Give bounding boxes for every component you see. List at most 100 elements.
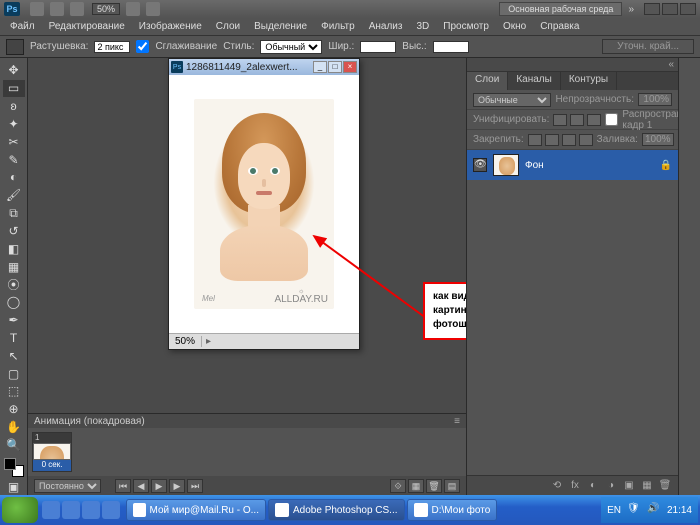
tray-icon[interactable]: 🛡: [627, 503, 641, 517]
next-frame-icon[interactable]: ▶: [169, 479, 185, 493]
color-swatches[interactable]: [4, 458, 24, 477]
menu-help[interactable]: Справка: [534, 19, 585, 34]
opacity-value[interactable]: 100%: [638, 93, 672, 106]
prev-frame-icon[interactable]: ◀: [133, 479, 149, 493]
stamp-tool[interactable]: ⧉: [3, 205, 25, 222]
chevron-double-icon[interactable]: »: [628, 4, 634, 15]
animation-frame[interactable]: 1 0 сек.: [32, 432, 72, 472]
arrange-icon[interactable]: [146, 2, 160, 16]
first-frame-icon[interactable]: ⏮: [115, 479, 131, 493]
tool-preset-icon[interactable]: [6, 39, 24, 55]
ql-icon[interactable]: [62, 501, 80, 519]
eraser-tool[interactable]: ◧: [3, 240, 25, 257]
path-tool[interactable]: ↖: [3, 347, 25, 364]
wand-tool[interactable]: ✦: [3, 115, 25, 132]
workspace-button[interactable]: Основная рабочая среда: [499, 2, 622, 16]
menu-3d[interactable]: 3D: [410, 19, 435, 34]
start-button[interactable]: [2, 497, 38, 523]
menu-image[interactable]: Изображение: [133, 19, 208, 34]
animation-header[interactable]: Анимация (покадровая) ≡: [28, 414, 466, 428]
taskbar-item[interactable]: Adobe Photoshop CS...: [268, 499, 405, 521]
doc-info-icon[interactable]: ▸: [206, 336, 211, 347]
taskbar-item[interactable]: D:\Мои фото: [407, 499, 498, 521]
heal-tool[interactable]: ◐: [3, 169, 25, 186]
screenmode-icon[interactable]: [70, 2, 84, 16]
feather-input[interactable]: [94, 41, 130, 53]
style-select[interactable]: Обычный: [260, 40, 322, 54]
menu-file[interactable]: Файл: [4, 19, 41, 34]
ql-icon[interactable]: [42, 501, 60, 519]
last-frame-icon[interactable]: ⏭: [187, 479, 203, 493]
fx-icon[interactable]: fx: [568, 480, 582, 492]
group-icon[interactable]: ▣: [622, 480, 636, 492]
frame-delay[interactable]: 0 сек.: [33, 460, 71, 471]
trash-icon[interactable]: 🗑: [658, 480, 672, 492]
lock-icon[interactable]: 🔒: [660, 160, 672, 171]
marquee-tool[interactable]: ▭: [3, 80, 25, 97]
document-titlebar[interactable]: Ps 1286811449_2alexwert... _ □ ×: [169, 59, 359, 75]
history-brush-tool[interactable]: ↺: [3, 222, 25, 239]
antialias-checkbox[interactable]: [136, 40, 149, 53]
link-icon[interactable]: ⟲: [550, 480, 564, 492]
zoom-select[interactable]: 50%: [92, 3, 120, 15]
type-tool[interactable]: T: [3, 330, 25, 347]
loop-select[interactable]: Постоянно: [34, 479, 101, 493]
close-icon[interactable]: [680, 3, 696, 15]
brush-tool[interactable]: 🖌: [3, 187, 25, 204]
dodge-tool[interactable]: ◯: [3, 294, 25, 311]
duplicate-frame-icon[interactable]: ▦: [408, 479, 424, 493]
menu-filter[interactable]: Фильтр: [315, 19, 361, 34]
3d-tool[interactable]: ⬚: [3, 383, 25, 400]
ql-icon[interactable]: [102, 501, 120, 519]
menu-analysis[interactable]: Анализ: [363, 19, 409, 34]
minimize-icon[interactable]: [644, 3, 660, 15]
lasso-tool[interactable]: ʚ: [3, 98, 25, 115]
crop-tool[interactable]: ✂: [3, 133, 25, 150]
tab-paths[interactable]: Контуры: [561, 72, 617, 90]
bridge-icon[interactable]: [30, 2, 44, 16]
doc-close-icon[interactable]: ×: [343, 61, 357, 73]
maximize-icon[interactable]: [662, 3, 678, 15]
clock[interactable]: 21:14: [667, 505, 692, 516]
blur-tool[interactable]: ⦿: [3, 276, 25, 293]
hand-tool[interactable]: ✋: [3, 419, 25, 436]
mask-icon[interactable]: ◐: [586, 480, 600, 492]
timeline-mode-icon[interactable]: ▤: [444, 479, 460, 493]
delete-frame-icon[interactable]: 🗑: [426, 479, 442, 493]
doc-zoom-value[interactable]: 50%: [169, 336, 202, 347]
tab-channels[interactable]: Каналы: [508, 72, 561, 90]
play-icon[interactable]: ▶: [151, 479, 167, 493]
panel-collapse-bar[interactable]: «: [467, 58, 678, 72]
visibility-icon[interactable]: 👁: [473, 158, 487, 172]
frame-thumbnail[interactable]: [34, 444, 70, 459]
3d-camera-tool[interactable]: ⊕: [3, 401, 25, 418]
gradient-tool[interactable]: ▦: [3, 258, 25, 275]
viewmode-icon[interactable]: [50, 2, 64, 16]
right-dock[interactable]: [678, 58, 700, 495]
lang-indicator[interactable]: EN: [607, 505, 621, 516]
menu-select[interactable]: Выделение: [248, 19, 313, 34]
adjustment-icon[interactable]: ◑: [604, 480, 618, 492]
layer-name[interactable]: Фон: [525, 160, 544, 171]
ql-icon[interactable]: [82, 501, 100, 519]
new-layer-icon[interactable]: ▦: [640, 480, 654, 492]
menu-window[interactable]: Окно: [497, 19, 532, 34]
move-tool[interactable]: ✥: [3, 62, 25, 79]
pen-tool[interactable]: ✒: [3, 312, 25, 329]
doc-minimize-icon[interactable]: _: [313, 61, 327, 73]
propagate-checkbox[interactable]: [605, 113, 618, 126]
taskbar-item[interactable]: Мой мир@Mail.Ru - O...: [126, 499, 266, 521]
menu-edit[interactable]: Редактирование: [43, 19, 131, 34]
tab-layers[interactable]: Слои: [467, 72, 508, 90]
fill-value[interactable]: 100%: [642, 133, 674, 146]
eyedropper-tool[interactable]: ✎: [3, 151, 25, 168]
panel-menu-icon[interactable]: ≡: [454, 416, 460, 427]
layer-thumbnail[interactable]: [493, 154, 519, 176]
tray-icon[interactable]: 🔊: [647, 503, 661, 517]
tween-icon[interactable]: ⟐: [390, 479, 406, 493]
refine-edge-button[interactable]: Уточн. край...: [602, 39, 694, 54]
hand-icon[interactable]: [126, 2, 140, 16]
document-window[interactable]: Ps 1286811449_2alexwert... _ □ × Mel ☼AL…: [168, 58, 360, 350]
layer-row[interactable]: 👁 Фон 🔒: [467, 150, 678, 180]
document-canvas[interactable]: Mel ☼ALLDAY.RU: [169, 75, 359, 333]
